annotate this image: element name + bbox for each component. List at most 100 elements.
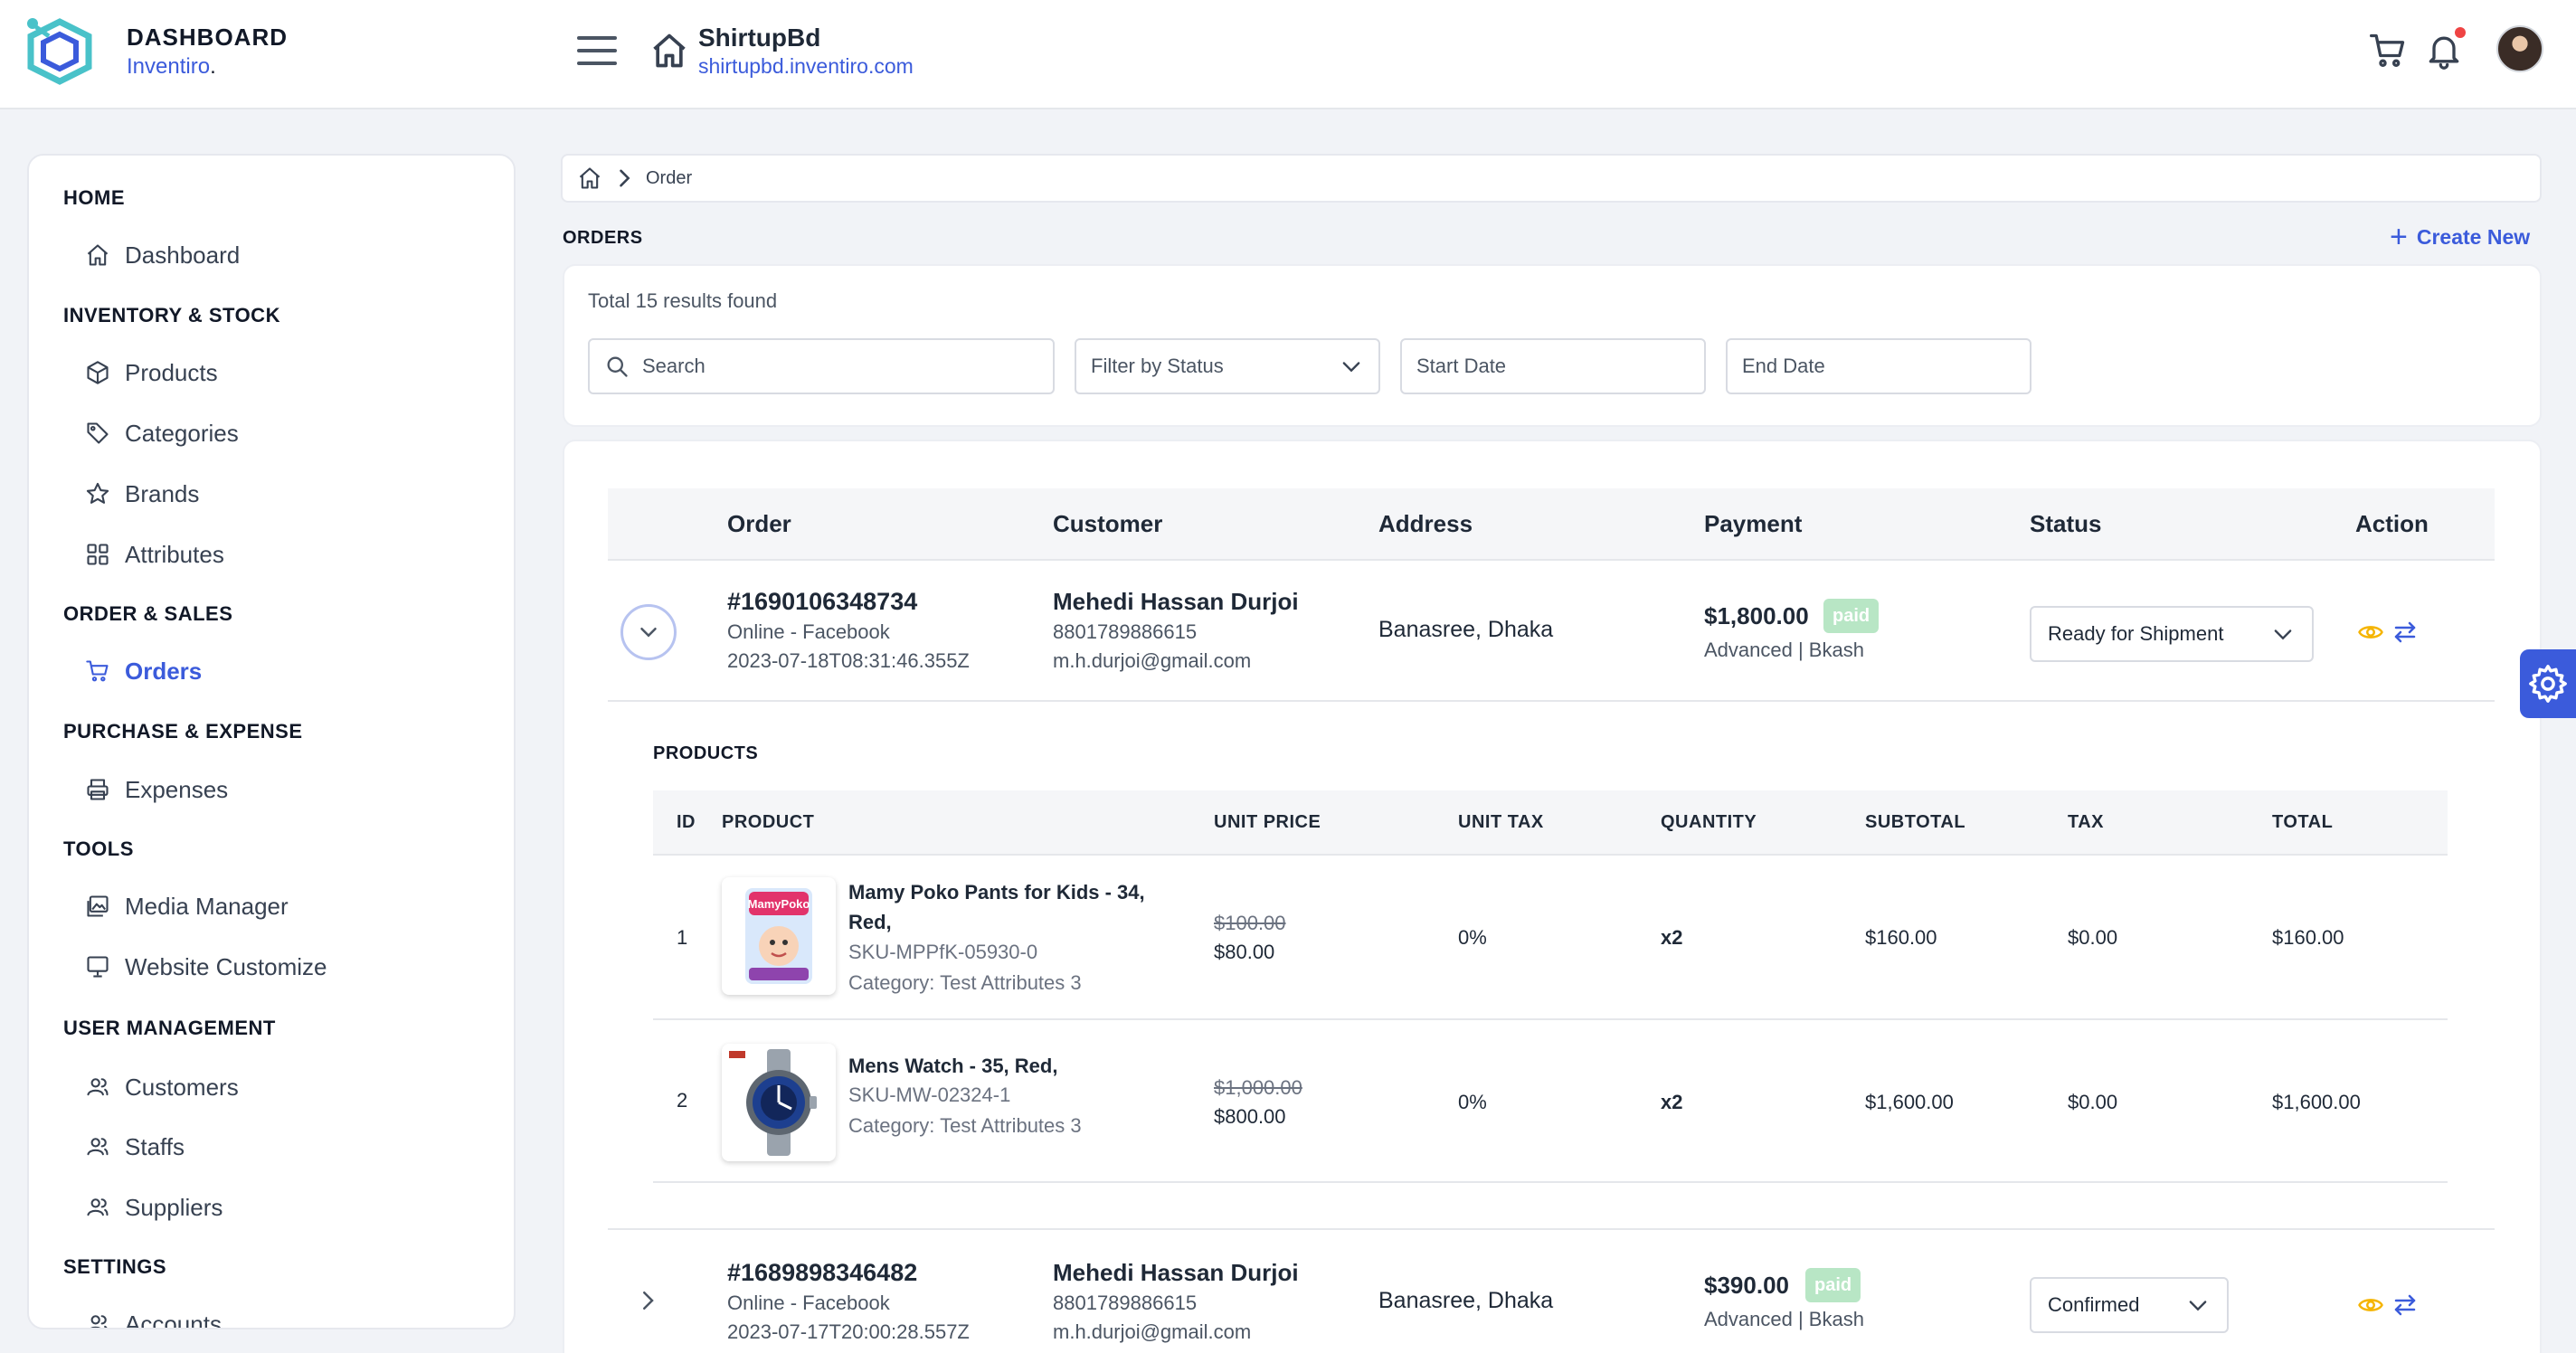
sidebar-item-orders[interactable]: Orders [85, 653, 202, 689]
customer-phone: 8801789886615 [1053, 620, 1198, 643]
product-id: 2 [677, 1089, 688, 1112]
sidebar-item-label: Suppliers [125, 1193, 223, 1221]
home-icon[interactable] [577, 166, 602, 191]
original-price: $100.00 [1214, 912, 1286, 934]
sidebar-item-products[interactable]: Products [85, 355, 218, 391]
product-thumbnail[interactable]: MamyPoko [722, 877, 836, 995]
sidebar-item-website-customize[interactable]: Website Customize [85, 949, 327, 985]
pcol-subtotal: SUBTOTAL [1865, 812, 1966, 832]
order-channel: Online - Facebook [727, 620, 890, 643]
col-action: Action [2355, 510, 2429, 537]
create-new-button[interactable]: + Create New [2390, 221, 2530, 253]
eye-icon[interactable] [2357, 1292, 2384, 1319]
home-icon [87, 244, 109, 266]
top-bar: DASHBOARD Inventiro. ShirtupBd shirtupbd… [0, 0, 2576, 109]
order-amount: $1,800.00 [1704, 602, 1809, 629]
search-input[interactable] [642, 355, 1038, 378]
chevron-down-icon [640, 628, 657, 638]
end-date-input[interactable] [1742, 355, 2015, 378]
users-icon [87, 1198, 109, 1216]
sidebar-item-staffs[interactable]: Staffs [85, 1129, 185, 1165]
pcol-total: TOTAL [2272, 812, 2334, 832]
sidebar-item-label: Products [125, 358, 218, 386]
order-id[interactable]: #1689898346482 [727, 1259, 917, 1287]
unit-tax: 0% [1458, 1091, 1487, 1113]
sidebar-item-suppliers[interactable]: Suppliers [85, 1189, 223, 1225]
cart-icon[interactable] [2368, 31, 2408, 71]
start-date-input[interactable] [1416, 355, 1690, 378]
pcol-product: PRODUCT [722, 812, 815, 832]
product-row: 1 MamyPoko Mamy Poko Pants for Kids - 34… [653, 856, 2448, 1020]
pcol-quantity: QUANTITY [1661, 812, 1757, 832]
hamburger-icon[interactable] [577, 36, 617, 67]
chevron-right-icon [620, 169, 630, 187]
sidebar-item-attributes[interactable]: Attributes [85, 536, 224, 572]
store-url-link[interactable]: shirtupbd.inventiro.com [698, 54, 914, 79]
status-value: Ready for Shipment [2048, 622, 2224, 645]
pcol-id: ID [677, 812, 696, 832]
avatar[interactable] [2496, 25, 2543, 72]
status-select[interactable]: Confirmed [2030, 1277, 2229, 1333]
users-icon [87, 1138, 109, 1156]
settings-float-button[interactable] [2520, 649, 2576, 718]
swap-icon[interactable] [2391, 1292, 2419, 1319]
order-address: Banasree, Dhaka [1378, 617, 1554, 642]
status-select[interactable]: Ready for Shipment [2030, 606, 2314, 662]
sidebar-item-label: Customers [125, 1073, 239, 1101]
collapse-row-button[interactable] [620, 604, 677, 660]
expand-row-button[interactable] [630, 1282, 666, 1319]
product-thumbnail[interactable] [722, 1044, 836, 1161]
product-name: Mamy Poko Pants for Kids - 34, Red, [848, 881, 1145, 933]
customer-name: Mehedi Hassan Durjoi [1053, 588, 1299, 615]
store-name: ShirtupBd [698, 24, 821, 52]
sidebar-item-label: Accounts [125, 1310, 222, 1329]
brand-subtitle: Inventiro. [127, 54, 216, 80]
tag-icon [87, 422, 109, 444]
sidebar-item-categories[interactable]: Categories [85, 415, 239, 451]
sidebar-section-home: HOME [63, 186, 125, 209]
sidebar-item-expenses[interactable]: Expenses [85, 771, 228, 808]
tax: $0.00 [2068, 1091, 2118, 1113]
payment-method: Advanced | Bkash [1704, 639, 1864, 661]
sidebar-item-customers[interactable]: Customers [85, 1069, 239, 1105]
sidebar-item-label: Brands [125, 479, 200, 507]
sidebar-item-dashboard[interactable]: Dashboard [85, 237, 240, 273]
eye-icon[interactable] [2357, 619, 2384, 646]
sidebar-item-label: Staffs [125, 1132, 185, 1160]
brand-sub-name: Inventiro [127, 54, 211, 79]
inventiro-logo-icon[interactable] [25, 16, 116, 89]
sidebar-section-purchase: PURCHASE & EXPENSE [63, 720, 303, 743]
home-icon [653, 33, 686, 68]
box-icon [87, 361, 109, 384]
order-date: 2023-07-18T08:31:46.355Z [727, 649, 970, 672]
customer-phone: 8801789886615 [1053, 1292, 1198, 1314]
chevron-down-icon [2274, 629, 2292, 640]
sidebar-item-brands[interactable]: Brands [85, 476, 199, 512]
product-category: Category: Test Attributes 3 [848, 971, 1082, 994]
status-filter-select[interactable]: Filter by Status [1075, 338, 1380, 394]
sidebar: HOME Dashboard INVENTORY & STOCK Product… [27, 154, 516, 1329]
order-id[interactable]: #1690106348734 [727, 588, 917, 616]
search-field [588, 338, 1055, 394]
brand-dot: . [210, 54, 216, 79]
unit-price: $80.00 [1214, 941, 1275, 963]
printer-icon [87, 779, 109, 800]
table-row: #1689898346482 Online - Facebook 2023-07… [608, 1230, 2495, 1353]
status-value: Confirmed [2048, 1293, 2140, 1316]
original-price: $1,000.00 [1214, 1076, 1302, 1099]
sidebar-item-media-manager[interactable]: Media Manager [85, 888, 289, 924]
sidebar-item-label: Website Customize [125, 952, 327, 980]
unit-tax: 0% [1458, 926, 1487, 949]
product-category: Category: Test Attributes 3 [848, 1114, 1082, 1137]
swap-icon[interactable] [2391, 619, 2419, 646]
chevron-down-icon [2189, 1301, 2207, 1311]
pcol-unit-tax: UNIT TAX [1458, 812, 1544, 832]
col-payment: Payment [1704, 510, 1803, 537]
sidebar-item-accounts[interactable]: Accounts [85, 1306, 222, 1329]
pcol-unit-price: UNIT PRICE [1214, 812, 1321, 832]
payment-method: Advanced | Bkash [1704, 1308, 1864, 1330]
product-id: 1 [677, 926, 688, 949]
cart-icon [86, 660, 109, 682]
product-sku: SKU-MPPfK-05930-0 [848, 941, 1038, 963]
quantity: x2 [1661, 926, 1683, 949]
